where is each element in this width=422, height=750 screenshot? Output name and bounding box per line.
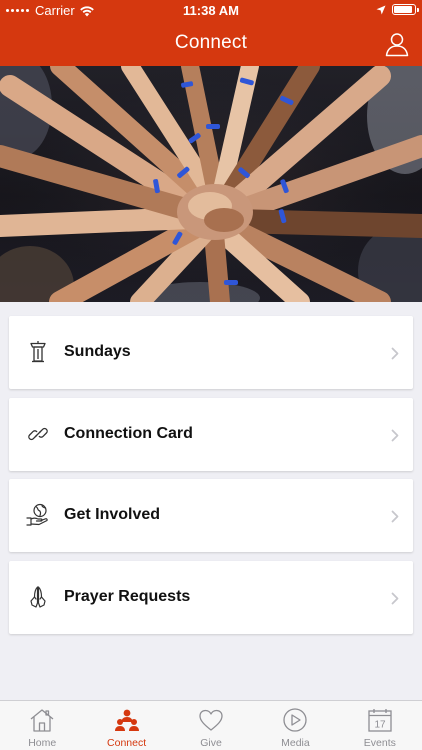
- house-icon: [30, 709, 54, 732]
- tab-media[interactable]: Media: [253, 701, 337, 750]
- battery-icon: [392, 4, 419, 15]
- hands-together-image: [0, 66, 422, 302]
- tab-give[interactable]: Give: [169, 701, 253, 750]
- chevron-right-icon: [391, 592, 399, 604]
- tab-connect[interactable]: Connect: [84, 701, 168, 750]
- status-time: 11:38 AM: [183, 3, 239, 18]
- sundays-card[interactable]: Sundays: [9, 316, 413, 389]
- sundays-label: Sundays: [64, 343, 131, 360]
- connection-card-label: Connection Card: [64, 424, 193, 442]
- chevron-right-icon: [391, 429, 399, 441]
- chevron-right-icon: [391, 510, 399, 523]
- heart-icon: [199, 709, 223, 731]
- globe-hand-icon: [26, 503, 48, 526]
- tab-bar: Home Connect Give Media 17 Events: [0, 700, 422, 750]
- get-involved-label: Get Involved: [64, 506, 161, 523]
- hero-photo: [0, 66, 422, 302]
- praying-hands-icon: [30, 585, 46, 608]
- tab-give-label: Give: [200, 737, 222, 749]
- pulpit-icon: [30, 341, 46, 363]
- link-icon: [28, 427, 48, 440]
- prayer-requests-card[interactable]: Prayer Requests: [9, 560, 413, 634]
- get-involved-card[interactable]: Get Involved: [9, 479, 413, 552]
- people-icon: [114, 709, 139, 731]
- profile-person-icon[interactable]: [384, 31, 410, 57]
- battery-fill: [394, 6, 413, 13]
- page-title: Connect: [174, 32, 248, 53]
- chevron-right-icon: [391, 347, 399, 360]
- menu-card-list: Sundays Connection Card Get Involved Pra…: [9, 316, 413, 642]
- calendar-icon: 17: [368, 709, 392, 732]
- prayer-requests-label: Prayer Requests: [64, 587, 191, 605]
- tab-home[interactable]: Home: [0, 701, 84, 750]
- status-right-group: [376, 4, 419, 15]
- tab-events-label: Events: [363, 737, 396, 749]
- location-arrow-icon: [376, 5, 386, 14]
- status-bar: Carrier 11:38 AM: [0, 0, 422, 22]
- tab-connect-label: Connect: [107, 737, 147, 749]
- tab-home-label: Home: [28, 737, 57, 749]
- connection-card-card[interactable]: Connection Card: [9, 397, 413, 471]
- tab-media-label: Media: [281, 737, 310, 749]
- play-icon: [283, 708, 308, 732]
- navigation-bar: Connect: [0, 22, 422, 66]
- tab-events[interactable]: 17 Events: [338, 701, 422, 750]
- calendar-day-number: 17: [374, 720, 386, 731]
